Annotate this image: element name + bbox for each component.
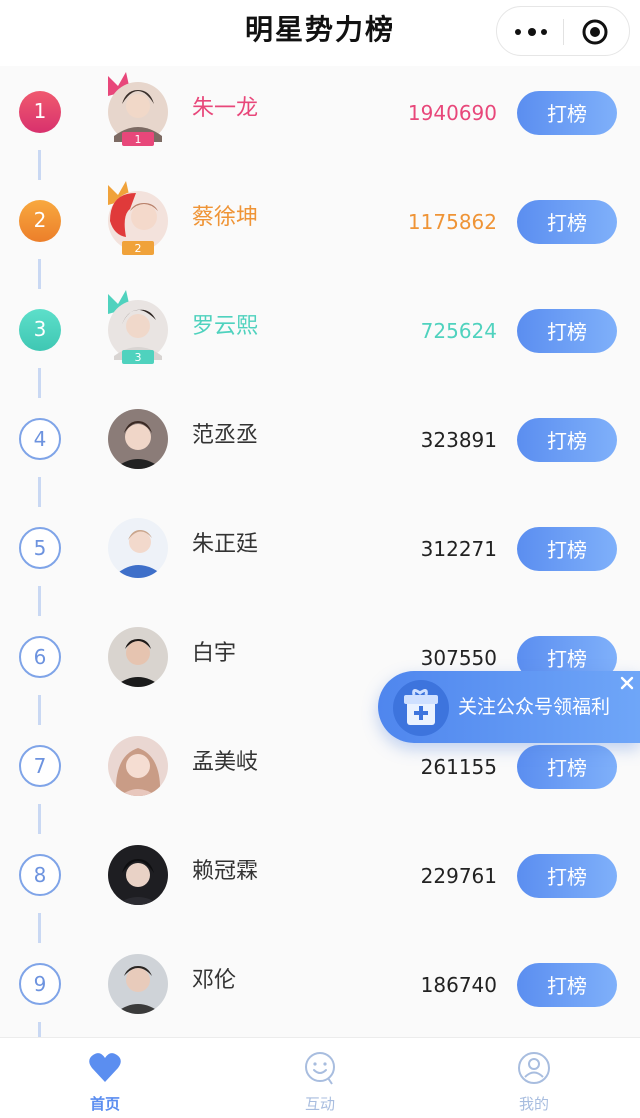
smile-icon xyxy=(305,1052,335,1085)
rank-number: 1 xyxy=(19,91,61,133)
vote-button[interactable]: 打榜 xyxy=(517,963,617,1007)
tab-label: 首页 xyxy=(89,1095,120,1113)
vote-count: 725624 xyxy=(420,319,497,343)
star-name: 白宇 xyxy=(192,641,237,666)
vote-button[interactable]: 打榜 xyxy=(517,309,617,353)
more-icon[interactable] xyxy=(511,21,551,43)
rank-badge-text: 2 xyxy=(135,242,142,255)
list-item: 8 赖冠霖 229761 打榜 xyxy=(0,821,640,943)
vote-button[interactable]: 打榜 xyxy=(517,91,617,135)
list-item: 1 1 朱一龙 1940690 打榜 xyxy=(0,58,640,180)
rank-number: 5 xyxy=(19,527,61,569)
avatar[interactable]: 3 xyxy=(100,288,176,370)
follow-promo-banner[interactable]: 关注公众号领福利 xyxy=(378,671,640,743)
rank-badge-text: 3 xyxy=(135,351,142,364)
top-bar: 明星势力榜 xyxy=(0,0,640,66)
tab-profile[interactable]: 我的 xyxy=(474,1038,594,1118)
avatar[interactable] xyxy=(108,736,168,796)
star-name: 赖冠霖 xyxy=(192,859,259,884)
promo-close-icon[interactable] xyxy=(617,673,637,693)
avatar[interactable] xyxy=(108,627,168,687)
list-item: 9 邓伦 186740 打榜 xyxy=(0,930,640,1042)
vote-count: 186740 xyxy=(420,973,497,997)
tab-interact[interactable]: 互动 xyxy=(260,1038,380,1118)
avatar[interactable]: 2 xyxy=(100,179,176,261)
avatar[interactable] xyxy=(108,954,168,1014)
vote-count: 229761 xyxy=(420,864,497,888)
rank-number: 8 xyxy=(19,854,61,896)
gift-icon xyxy=(393,680,449,736)
rank-number: 7 xyxy=(19,745,61,787)
promo-text: 关注公众号领福利 xyxy=(458,696,611,718)
star-name: 朱一龙 xyxy=(192,96,259,121)
avatar[interactable] xyxy=(108,845,168,905)
vote-count: 312271 xyxy=(420,537,497,561)
capsule-divider xyxy=(563,19,564,45)
vote-count: 323891 xyxy=(420,428,497,452)
vote-button[interactable]: 打榜 xyxy=(517,745,617,789)
star-name: 蔡徐坤 xyxy=(192,205,259,230)
star-name: 邓伦 xyxy=(192,968,237,993)
list-item: 5 朱正廷 312271 打榜 xyxy=(0,494,640,616)
avatar[interactable]: 1 xyxy=(100,70,176,152)
vote-count: 261155 xyxy=(420,755,497,779)
vote-button[interactable]: 打榜 xyxy=(517,527,617,571)
tab-home[interactable]: 首页 xyxy=(45,1038,165,1118)
user-icon xyxy=(518,1052,550,1084)
vote-button[interactable]: 打榜 xyxy=(517,418,617,462)
star-name: 范丞丞 xyxy=(192,423,259,448)
rank-number: 3 xyxy=(19,309,61,351)
rank-number: 2 xyxy=(19,200,61,242)
tab-label: 互动 xyxy=(304,1095,335,1113)
vote-button[interactable]: 打榜 xyxy=(517,200,617,244)
heart-icon xyxy=(89,1053,121,1082)
rank-badge-text: 1 xyxy=(135,133,142,146)
star-name: 孟美岐 xyxy=(192,750,259,775)
avatar[interactable] xyxy=(108,409,168,469)
avatar[interactable] xyxy=(108,518,168,578)
rank-number: 4 xyxy=(19,418,61,460)
star-name: 朱正廷 xyxy=(192,532,259,557)
star-name: 罗云熙 xyxy=(192,314,259,339)
close-target-icon[interactable] xyxy=(581,18,609,46)
vote-count: 1175862 xyxy=(407,210,497,234)
rank-number: 9 xyxy=(19,963,61,1005)
list-item: 4 范丞丞 323891 打榜 xyxy=(0,385,640,507)
rank-number: 6 xyxy=(19,636,61,678)
mini-program-capsule xyxy=(496,6,630,56)
list-item: 3 3 罗云熙 725624 打榜 xyxy=(0,276,640,398)
vote-button[interactable]: 打榜 xyxy=(517,854,617,898)
bottom-tab-bar: 首页 互动 我的 xyxy=(0,1037,640,1118)
list-item: 2 2 蔡徐坤 1175862 打榜 xyxy=(0,167,640,289)
vote-count: 1940690 xyxy=(407,101,497,125)
tab-label: 我的 xyxy=(518,1095,549,1113)
vote-count: 307550 xyxy=(420,646,497,670)
